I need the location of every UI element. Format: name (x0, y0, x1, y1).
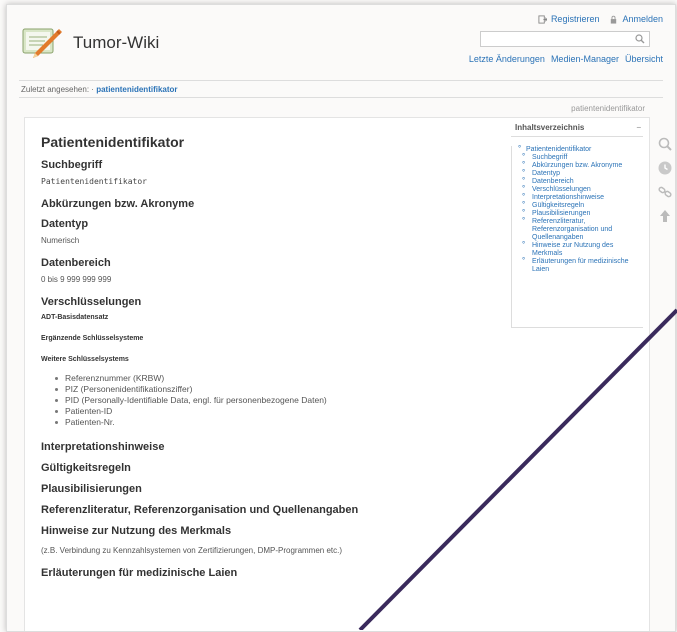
heading-verschluesselungen: Verschlüsselungen (41, 296, 142, 308)
toc-item[interactable]: Verschlüsselungen (520, 185, 643, 194)
datentyp-value: Numerisch (41, 236, 80, 245)
toc-toggle[interactable]: − (636, 123, 641, 132)
heading-adt-basisdatensatz: ADT-Basisdatensatz (41, 314, 109, 321)
toc-item[interactable]: Datentyp (520, 169, 643, 178)
page-id: patientenidentifikator (571, 104, 645, 113)
login-link[interactable]: Anmelden (609, 14, 663, 24)
sitemap-link[interactable]: Übersicht (625, 54, 663, 64)
heading-interpretationshinweise: Interpretationshinweise (41, 441, 165, 453)
list-item: Patienten-Nr. (55, 417, 501, 428)
toc-item[interactable]: Hinweise zur Nutzung des Merkmals (520, 241, 643, 258)
page-title: Patientenidentifikator (41, 134, 185, 150)
page-content: Patientenidentifikator Suchbegriff Patie… (24, 117, 650, 631)
toc-item[interactable]: Suchbegriff (520, 153, 643, 162)
heading-gueltigkeitsregeln: Gültigkeitsregeln (41, 462, 131, 474)
table-of-contents: Inhaltsverzeichnis − Patientenidentifika… (511, 123, 643, 328)
wiki-logo-icon[interactable] (21, 23, 63, 59)
recent-changes-link[interactable]: Letzte Änderungen (469, 54, 545, 64)
heading-hinweise-nutzung: Hinweise zur Nutzung des Merkmals (41, 525, 232, 537)
lock-icon (611, 15, 617, 24)
search-icon[interactable] (635, 34, 645, 44)
heading-datenbereich: Datenbereich (41, 257, 111, 269)
hinweise-text: (z.B. Verbindung zu Kennzahlsystemen von… (41, 546, 343, 555)
toc-item[interactable]: Datenbereich (520, 177, 643, 186)
register-label: Registrieren (550, 14, 600, 24)
search-input[interactable] (480, 31, 650, 47)
revisions-icon[interactable] (658, 161, 672, 175)
list-item: PIZ (Personenidentifikationsziffer) (55, 384, 501, 395)
toc-title: Inhaltsverzeichnis (515, 123, 585, 132)
register-icon (538, 14, 547, 24)
heading-abkuerzungen: Abkürzungen bzw. Akronyme (41, 198, 195, 210)
heading-suchbegriff: Suchbegriff (41, 159, 103, 171)
breadcrumb: Zuletzt angesehen: · patientenidentifika… (21, 85, 178, 94)
breadcrumb-label: Zuletzt angesehen: (21, 85, 90, 94)
toc-item[interactable]: Abkürzungen bzw. Akronyme (520, 161, 643, 170)
login-label: Anmelden (622, 14, 663, 24)
toc-item[interactable]: Gültigkeitsregeln (520, 201, 643, 210)
user-tools: Registrieren Anmelden (538, 14, 663, 24)
heading-erlaeuterungen-laien: Erläuterungen für medizinische Laien (41, 567, 238, 579)
suchbegriff-value: Patientenidentifikator (41, 177, 147, 186)
heading-weitere-schluesselsysteme: Weitere Schlüsselsystems (41, 356, 129, 363)
heading-datentyp: Datentyp (41, 218, 89, 230)
register-link[interactable]: Registrieren (538, 14, 600, 24)
datenbereich-value: 0 bis 9 999 999 999 (41, 275, 112, 284)
media-manager-link[interactable]: Medien-Manager (551, 54, 619, 64)
toc-header[interactable]: Inhaltsverzeichnis − (511, 123, 643, 137)
breadcrumb-divider (19, 97, 663, 98)
back-to-top-icon[interactable] (658, 209, 672, 223)
site-title[interactable]: Tumor-Wiki (73, 33, 159, 53)
toc-item[interactable]: Erläuterungen für medizinische Laien (520, 257, 643, 274)
site-tools: Letzte Änderungen Medien-Manager Übersic… (469, 54, 663, 64)
breadcrumb-separator: · (91, 85, 94, 94)
heading-plausibilisierungen: Plausibilisierungen (41, 483, 142, 495)
backlinks-icon[interactable] (658, 185, 672, 199)
toc-item-patientenidentifikator[interactable]: Patientenidentifikator (516, 145, 643, 154)
list-item: PID (Personally-Identifiable Data, engl.… (55, 395, 501, 406)
toc-item[interactable]: Interpretationshinweise (520, 193, 643, 202)
list-item: Referenznummer (KRBW) (55, 373, 501, 384)
breadcrumb-current-link[interactable]: patientenidentifikator (96, 85, 177, 94)
article: Patientenidentifikator Suchbegriff Patie… (41, 132, 501, 585)
list-item: Patienten-ID (55, 406, 501, 417)
keysystem-list: Referenznummer (KRBW) PIZ (Personenident… (55, 373, 501, 428)
toc-body: Patientenidentifikator Suchbegriff Abkür… (511, 145, 643, 328)
toc-item[interactable]: Plausibilisierungen (520, 209, 643, 218)
heading-referenzliteratur: Referenzliteratur, Referenzorganisation … (41, 504, 359, 516)
header-divider (19, 80, 663, 81)
toc-item[interactable]: Referenzliteratur, Referenzorganisation … (520, 217, 643, 242)
browser-frame: Tumor-Wiki Registrieren Anmelden Letzte … (6, 4, 676, 632)
magnifier-icon[interactable] (658, 137, 672, 151)
page-tools (658, 137, 672, 223)
heading-ergaenzende-schluesselsysteme: Ergänzende Schlüsselsysteme (41, 335, 144, 342)
